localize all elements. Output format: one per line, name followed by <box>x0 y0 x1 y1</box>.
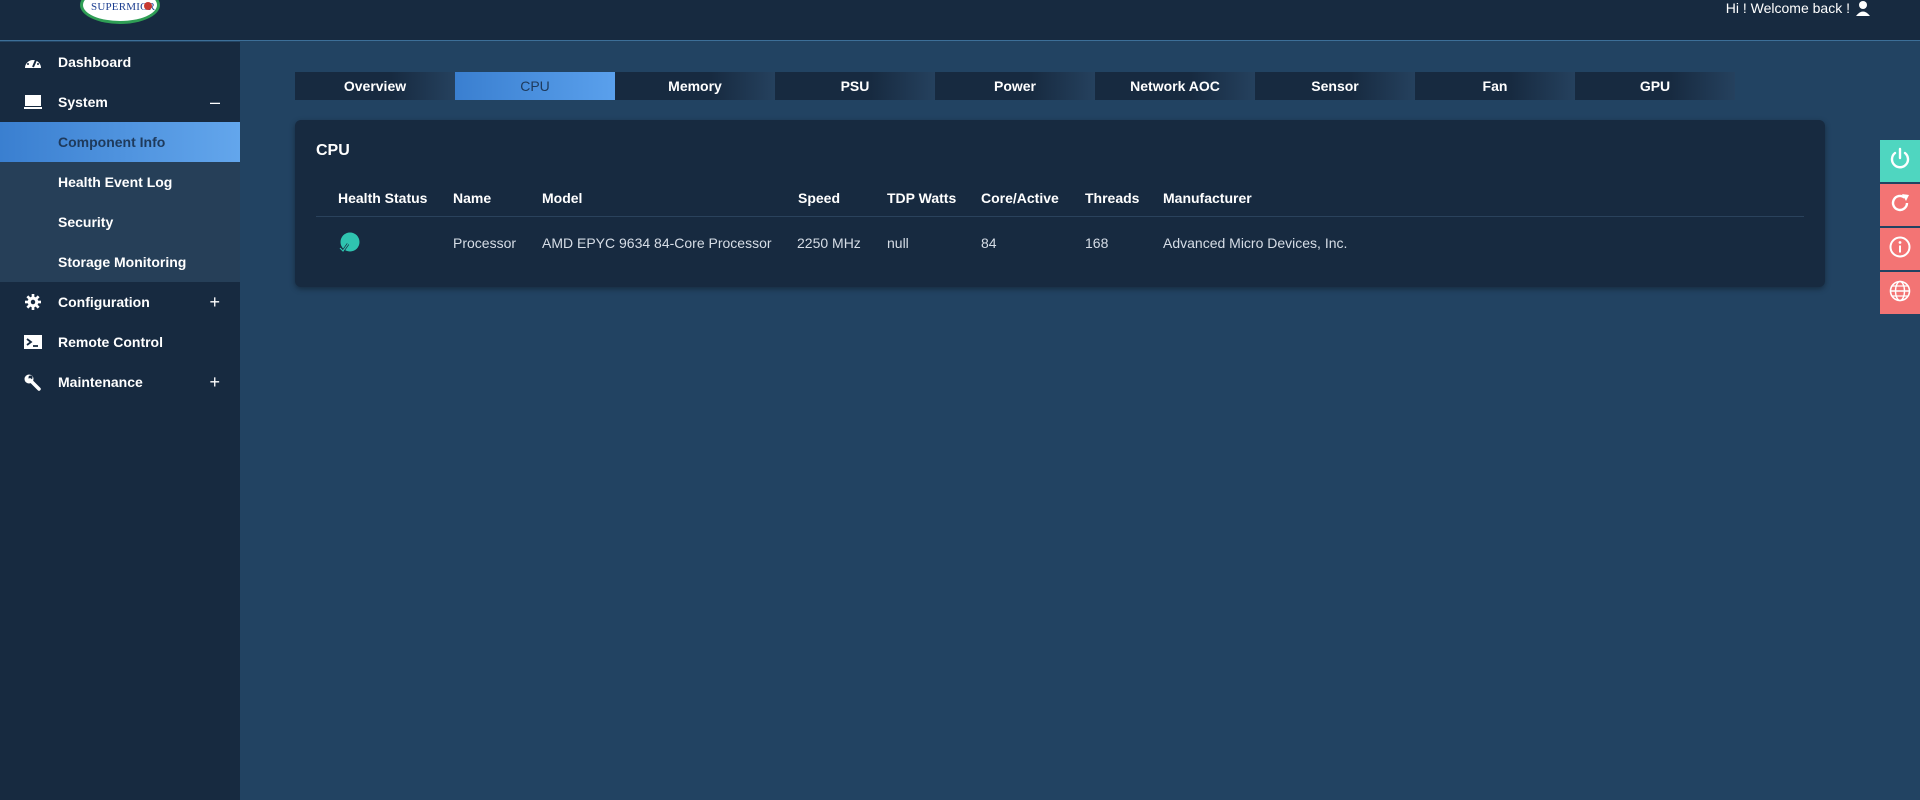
sidebar-item-label: Maintenance <box>58 374 143 390</box>
side-action-bar <box>1880 140 1920 316</box>
power-icon <box>1888 147 1912 176</box>
sidebar-item-dashboard[interactable]: Dashboard <box>0 42 240 82</box>
sidebar-item-health-event-log[interactable]: Health Event Log <box>0 162 240 202</box>
header-divider <box>316 216 1804 217</box>
column-header-health-status[interactable]: Health Status <box>338 190 427 206</box>
column-header-name[interactable]: Name <box>453 190 491 206</box>
refresh-icon <box>1888 191 1912 220</box>
gauge-icon <box>24 54 42 70</box>
globe-icon <box>1888 279 1912 308</box>
tab-cpu[interactable]: CPU <box>455 72 615 100</box>
sidebar-item-label: Dashboard <box>58 54 132 70</box>
sidebar-item-configuration[interactable]: Configuration + <box>0 282 240 322</box>
expand-toggle[interactable]: + <box>209 292 220 313</box>
component-tabs: Overview CPU Memory PSU Power Network AO… <box>295 72 1735 100</box>
logo-dot <box>144 2 152 10</box>
top-header: SUPERMICR Hi ! Welcome back ! <box>0 0 1920 41</box>
cell-manufacturer: Advanced Micro Devices, Inc. <box>1163 235 1348 251</box>
column-header-threads[interactable]: Threads <box>1085 190 1139 206</box>
column-header-speed[interactable]: Speed <box>798 190 840 206</box>
collapse-toggle[interactable]: – <box>210 92 220 113</box>
cell-name: Processor <box>453 235 517 251</box>
sidebar-item-label: Security <box>58 214 114 230</box>
cell-tdp-watts: null <box>887 235 909 251</box>
power-button[interactable] <box>1880 140 1920 182</box>
column-header-model[interactable]: Model <box>542 190 582 206</box>
card-title: CPU <box>316 142 350 159</box>
tab-power[interactable]: Power <box>935 72 1095 100</box>
sidebar-item-label: Remote Control <box>58 334 163 350</box>
user-icon[interactable] <box>1855 0 1871 16</box>
tab-gpu[interactable]: GPU <box>1575 72 1735 100</box>
tab-memory[interactable]: Memory <box>615 72 775 100</box>
sidebar-item-label: System <box>58 94 108 110</box>
sidebar-item-maintenance[interactable]: Maintenance + <box>0 362 240 402</box>
health-ok-icon <box>338 232 360 254</box>
tab-network-aoc[interactable]: Network AOC <box>1095 72 1255 100</box>
tab-psu[interactable]: PSU <box>775 72 935 100</box>
expand-toggle[interactable]: + <box>209 372 220 393</box>
sidebar-item-label: Configuration <box>58 294 150 310</box>
cpu-card: CPU Health Status Name Model Speed TDP W… <box>295 120 1825 287</box>
sidebar-item-remote-control[interactable]: Remote Control <box>0 322 240 362</box>
wrench-icon <box>24 374 42 391</box>
column-header-manufacturer[interactable]: Manufacturer <box>1163 190 1252 206</box>
monitor-icon <box>24 94 42 110</box>
supermicro-logo[interactable]: SUPERMICR <box>80 0 160 24</box>
refresh-button[interactable] <box>1880 184 1920 226</box>
sidebar-item-component-info[interactable]: Component Info <box>0 122 240 162</box>
cell-core-active: 84 <box>981 235 997 251</box>
tab-fan[interactable]: Fan <box>1415 72 1575 100</box>
tab-overview[interactable]: Overview <box>295 72 455 100</box>
cell-threads: 168 <box>1085 235 1109 251</box>
cell-speed: 2250 MHz <box>797 235 861 251</box>
sidebar-item-storage-monitoring[interactable]: Storage Monitoring <box>0 242 240 282</box>
info-icon <box>1888 235 1912 264</box>
sidebar-item-label: Health Event Log <box>58 174 173 190</box>
sidebar-item-label: Component Info <box>58 134 166 150</box>
gear-icon <box>24 294 42 310</box>
sidebar: Dashboard System – Component Info Health… <box>0 42 240 800</box>
info-button[interactable] <box>1880 228 1920 270</box>
column-header-tdp-watts[interactable]: TDP Watts <box>887 190 956 206</box>
system-submenu: Component Info Health Event Log Security… <box>0 122 240 282</box>
terminal-icon <box>24 334 42 350</box>
language-button[interactable] <box>1880 272 1920 314</box>
column-header-core-active[interactable]: Core/Active <box>981 190 1059 206</box>
sidebar-item-security[interactable]: Security <box>0 202 240 242</box>
sidebar-item-label: Storage Monitoring <box>58 254 187 270</box>
welcome-message: Hi ! Welcome back ! <box>1725 0 1850 16</box>
sidebar-item-system[interactable]: System – <box>0 82 240 122</box>
cell-model: AMD EPYC 9634 84-Core Processor <box>542 235 772 251</box>
tab-sensor[interactable]: Sensor <box>1255 72 1415 100</box>
